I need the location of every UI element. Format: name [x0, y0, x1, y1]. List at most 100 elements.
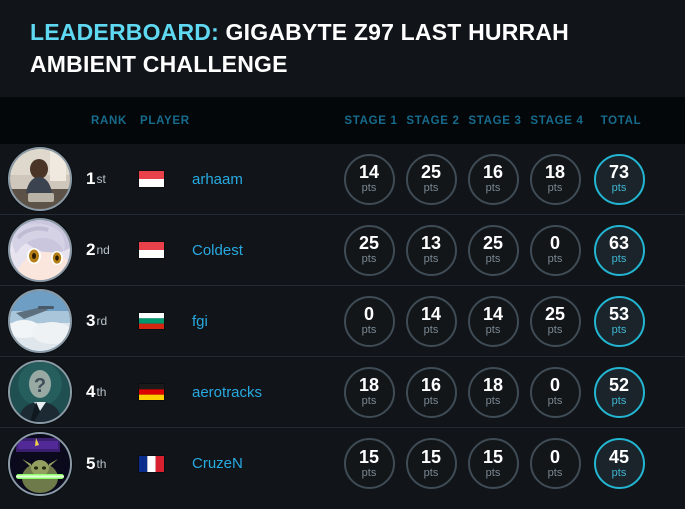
table-row[interactable]: 3rd fgi 0 pts 14 pts 14 pts 25 pts 53 pt… [0, 286, 685, 357]
score-circle: 14 pts [467, 295, 519, 347]
score-unit: pts [423, 182, 439, 194]
score-cell-stage-2: 16 pts [400, 357, 462, 427]
photo-person-avatar [8, 147, 72, 211]
score-cell-stage-2: 13 pts [400, 215, 462, 285]
score-circle: 25 pts [343, 224, 395, 276]
player-cell: fgi [138, 286, 338, 356]
player-name[interactable]: arhaam [192, 171, 243, 188]
player-cell: Coldest [138, 215, 338, 285]
score-cell-total: 73 pts [586, 144, 652, 214]
score-value: 13 [420, 233, 442, 253]
score-unit: pts [361, 182, 377, 194]
score-circle: 16 pts [467, 153, 519, 205]
player-cell: arhaam [138, 144, 338, 214]
total-value: 52 [608, 375, 630, 395]
score-cell-total: 63 pts [586, 215, 652, 285]
score-circle: 0 pts [529, 438, 581, 489]
table-row[interactable]: 1st arhaam 14 pts 25 pts 16 pts 18 pts 7… [0, 144, 685, 215]
score-circle: 15 pts [343, 438, 395, 489]
avatar-cell: ? [0, 357, 80, 427]
score-circle: 18 pts [343, 366, 395, 418]
total-unit: pts [611, 395, 627, 407]
score-circle: 16 pts [405, 366, 457, 418]
score-value: 14 [358, 162, 380, 182]
score-unit: pts [547, 324, 563, 336]
score-cell-total: 45 pts [586, 428, 652, 499]
score-circle: 25 pts [405, 153, 457, 205]
total-score-circle: 63 pts [593, 224, 645, 276]
score-value: 14 [482, 304, 504, 324]
player-name[interactable]: aerotracks [192, 384, 262, 401]
score-cell-stage-4: 0 pts [524, 215, 586, 285]
rank-suffix: nd [96, 243, 110, 257]
score-cell-stage-1: 18 pts [338, 357, 400, 427]
score-cell-stage-2: 25 pts [400, 144, 462, 214]
score-cell-stage-3: 16 pts [462, 144, 524, 214]
score-circle: 25 pts [529, 295, 581, 347]
score-cell-total: 53 pts [586, 286, 652, 356]
total-unit: pts [611, 253, 627, 265]
table-row[interactable]: 5th CruzeN 15 pts 15 pts 15 pts 0 pts 45… [0, 428, 685, 499]
rank-number: 2 [86, 240, 96, 259]
score-cell-total: 52 pts [586, 357, 652, 427]
column-header-player: PLAYER [140, 114, 190, 127]
score-circle: 14 pts [343, 153, 395, 205]
rank-suffix: rd [96, 314, 108, 328]
score-cell-stage-3: 18 pts [462, 357, 524, 427]
total-score-circle: 52 pts [593, 366, 645, 418]
score-value: 18 [358, 375, 380, 395]
score-unit: pts [361, 466, 377, 479]
score-cell-stage-2: 15 pts [400, 428, 462, 499]
score-cell-stage-4: 18 pts [524, 144, 586, 214]
total-score-circle: 45 pts [593, 438, 645, 489]
score-cell-stage-1: 14 pts [338, 144, 400, 214]
rank-cell: 2nd [80, 215, 138, 285]
score-value: 25 [544, 304, 566, 324]
flag-indonesia [138, 241, 165, 259]
table-row[interactable]: 2nd Coldest 25 pts 13 pts 25 pts 0 pts 6… [0, 215, 685, 286]
column-header-rank: RANK [90, 114, 128, 127]
rank-number: 4 [86, 382, 96, 401]
rank-cell: 4th [80, 357, 138, 427]
rank-number: 3 [86, 311, 96, 330]
score-circle: 0 pts [529, 366, 581, 418]
score-cell-stage-4: 25 pts [524, 286, 586, 356]
score-unit: pts [547, 466, 563, 479]
total-score-circle: 53 pts [593, 295, 645, 347]
score-unit: pts [547, 253, 563, 265]
rank-number: 1 [86, 169, 96, 188]
score-cell-stage-1: 25 pts [338, 215, 400, 285]
title-bar: LEADERBOARD: GIGABYTE Z97 LAST HURRAH AM… [0, 0, 685, 97]
score-cell-stage-2: 14 pts [400, 286, 462, 356]
player-name[interactable]: fgi [192, 313, 208, 330]
player-cell: CruzeN [138, 428, 338, 499]
column-header-stage-2: STAGE 2 [406, 114, 460, 127]
score-value: 15 [420, 446, 442, 467]
score-value: 16 [420, 375, 442, 395]
rank-suffix: th [96, 385, 107, 399]
score-value: 18 [482, 375, 504, 395]
flag-indonesia [138, 170, 165, 188]
score-unit: pts [485, 182, 501, 194]
total-unit: pts [611, 182, 627, 194]
total-score-circle: 73 pts [593, 153, 645, 205]
avatar-cell [0, 286, 80, 356]
score-circle: 0 pts [343, 295, 395, 347]
score-value: 0 [549, 375, 560, 395]
total-value: 63 [608, 233, 630, 253]
score-cell-stage-1: 0 pts [338, 286, 400, 356]
score-unit: pts [485, 466, 501, 479]
table-row[interactable]: ? 4th aerotracks 18 pts 16 pts 18 pts 0 … [0, 357, 685, 428]
rank-suffix: st [96, 172, 106, 186]
yoda-lightsaber-avatar [8, 431, 72, 496]
score-unit: pts [361, 253, 377, 265]
player-name[interactable]: CruzeN [192, 455, 243, 472]
column-header-stage-1: STAGE 1 [344, 114, 398, 127]
avatar-cell [0, 215, 80, 285]
score-cell-stage-3: 25 pts [462, 215, 524, 285]
score-circle: 14 pts [405, 295, 457, 347]
score-unit: pts [361, 324, 377, 336]
sky-clouds-avatar [8, 289, 72, 353]
rank-cell: 3rd [80, 286, 138, 356]
player-name[interactable]: Coldest [192, 242, 243, 259]
